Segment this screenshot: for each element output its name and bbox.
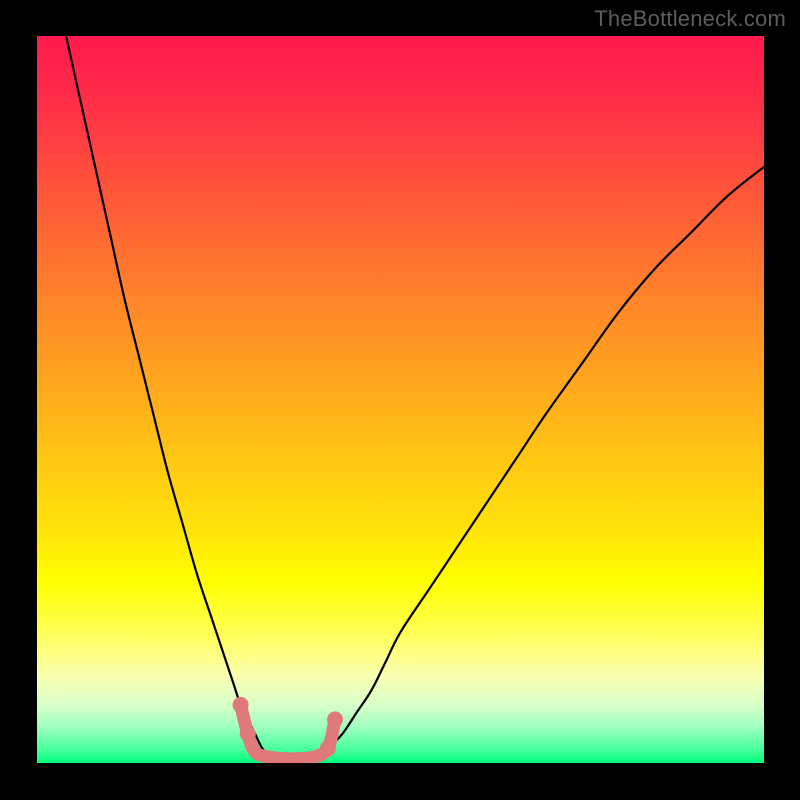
watermark-text: TheBottleneck.com	[594, 6, 786, 32]
marker-dot	[240, 726, 256, 742]
left-curve	[66, 36, 270, 756]
marker-dot	[327, 711, 343, 727]
marker-dot	[320, 740, 336, 756]
marker-dot	[233, 697, 249, 713]
plot-area	[37, 36, 764, 763]
chart-frame: TheBottleneck.com	[0, 0, 800, 800]
right-curve	[321, 167, 764, 756]
curve-layer	[37, 36, 764, 763]
